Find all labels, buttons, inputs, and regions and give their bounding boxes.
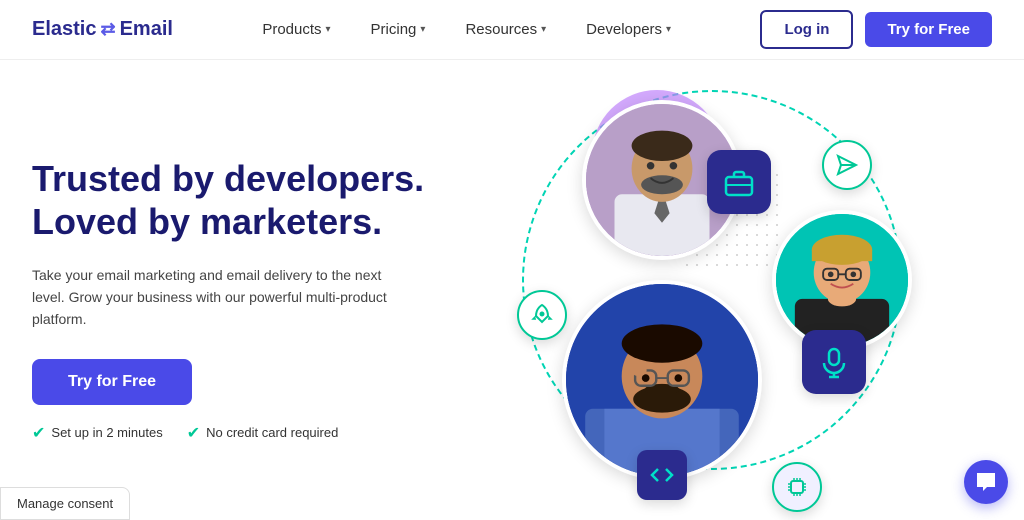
microphone-icon — [817, 345, 851, 379]
mic-icon-box — [802, 330, 866, 394]
logo[interactable]: Elastic⇄Email — [32, 18, 173, 41]
try-free-hero-button[interactable]: Try for Free — [32, 359, 192, 405]
logo-text-left: Elastic — [32, 18, 96, 41]
login-button[interactable]: Log in — [760, 10, 853, 49]
nav-actions: Log in Try for Free — [760, 10, 992, 49]
hero-left: Trusted by developers. Loved by marketer… — [32, 157, 462, 443]
check-no-card: ✔ No credit card required — [187, 423, 339, 443]
checkmark-icon: ✔ — [187, 423, 200, 443]
hero-checks: ✔ Set up in 2 minutes ✔ No credit card r… — [32, 423, 462, 443]
code-icon-box — [637, 450, 687, 500]
chip-icon-box — [772, 462, 822, 512]
check-setup: ✔ Set up in 2 minutes — [32, 423, 163, 443]
hero-title: Trusted by developers. Loved by marketer… — [32, 157, 462, 243]
chevron-down-icon: ▾ — [326, 24, 331, 35]
consent-label: Manage consent — [17, 496, 113, 511]
nav-resources[interactable]: Resources ▾ — [449, 13, 562, 46]
hero-section: Trusted by developers. Loved by marketer… — [0, 60, 1024, 520]
chat-button[interactable] — [964, 460, 1008, 504]
nav-products[interactable]: Products ▾ — [246, 13, 346, 46]
chevron-down-icon: ▾ — [666, 24, 671, 35]
briefcase-icon — [722, 165, 756, 199]
chip-icon — [784, 474, 810, 500]
briefcase-icon-box — [707, 150, 771, 214]
hero-illustration — [462, 70, 992, 520]
navbar: Elastic⇄Email Products ▾ Pricing ▾ Resou… — [0, 0, 1024, 60]
nav-links: Products ▾ Pricing ▾ Resources ▾ Develop… — [246, 13, 687, 46]
chevron-down-icon: ▾ — [541, 24, 546, 35]
nav-developers[interactable]: Developers ▾ — [570, 13, 687, 46]
try-free-nav-button[interactable]: Try for Free — [865, 12, 992, 47]
logo-arrows: ⇄ — [100, 19, 115, 40]
logo-text-right: Email — [120, 18, 173, 41]
checkmark-icon: ✔ — [32, 423, 45, 443]
chevron-down-icon: ▾ — [420, 24, 425, 35]
send-icon-box — [822, 140, 872, 190]
profile-circle-2 — [772, 210, 912, 350]
code-icon — [649, 462, 675, 488]
nav-pricing[interactable]: Pricing ▾ — [355, 13, 442, 46]
send-icon — [834, 152, 860, 178]
chat-icon — [975, 471, 997, 493]
rocket-icon — [529, 302, 555, 328]
rocket-icon-box — [517, 290, 567, 340]
consent-bar[interactable]: Manage consent — [0, 487, 130, 520]
hero-description: Take your email marketing and email deli… — [32, 264, 412, 331]
